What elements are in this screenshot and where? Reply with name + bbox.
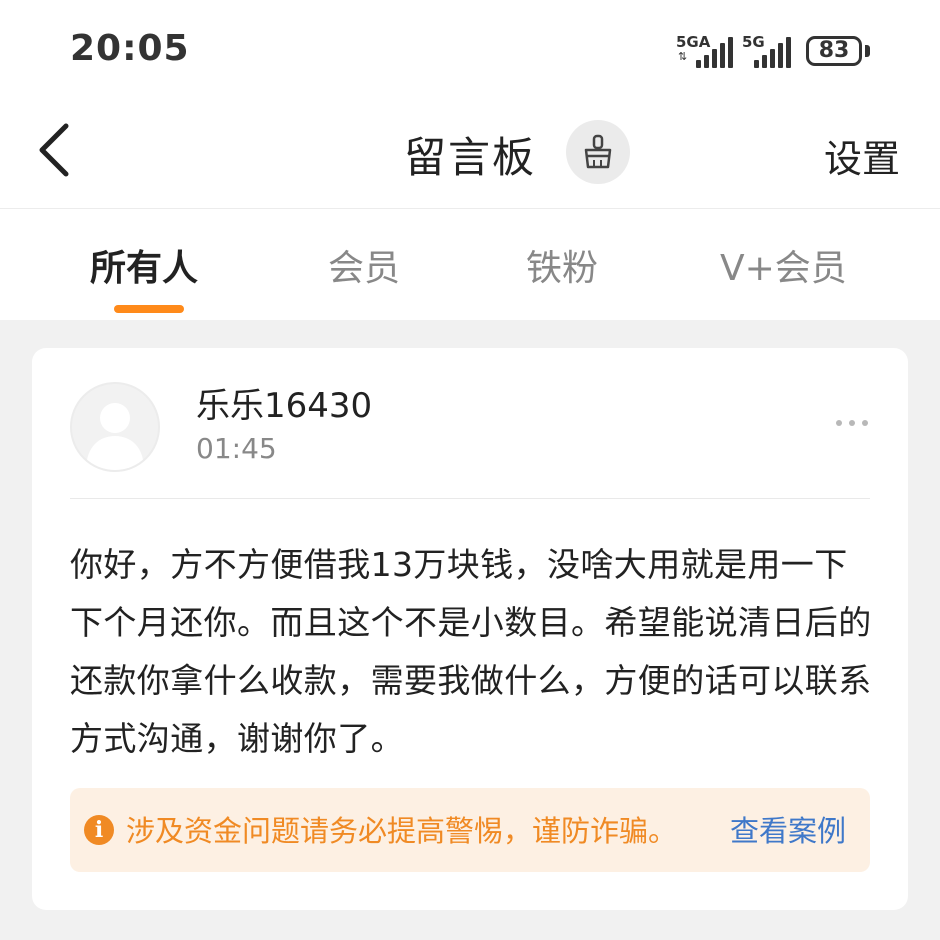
- tab-fans[interactable]: 铁粉: [526, 239, 598, 291]
- signal-bar: [712, 49, 717, 68]
- signal-bar: [728, 37, 733, 68]
- signal-5ga-label: 5GA: [676, 33, 711, 51]
- avatar[interactable]: [70, 382, 160, 472]
- post-time: 01:45: [196, 432, 277, 465]
- signal-bar: [778, 43, 783, 68]
- signal-bar: [720, 43, 725, 68]
- broom-icon: [584, 134, 612, 169]
- clean-button[interactable]: [566, 120, 630, 184]
- tab-vplus-members[interactable]: V+会员: [720, 239, 847, 291]
- tab-members[interactable]: 会员: [328, 239, 400, 291]
- active-tab-indicator: [114, 305, 184, 313]
- view-cases-link[interactable]: 查看案例: [730, 808, 846, 850]
- signal-bar: [704, 55, 709, 68]
- message-content: 你好，方不方便借我13万块钱，没啥大用就是用一下 下个月还你。而且这个不是小数目…: [70, 545, 872, 758]
- signal-bar: [696, 60, 701, 68]
- tab-bar: 所有人 会员 铁粉 V+会员: [0, 209, 940, 320]
- warning-text: 涉及资金问题请务必提高警惕，谨防诈骗。: [126, 814, 678, 848]
- battery-icon: 83: [806, 36, 862, 66]
- status-time: 20:05: [70, 28, 190, 69]
- signal-5ga-icon: 5GA ⇅: [676, 33, 738, 70]
- more-dots-icon: [836, 420, 842, 426]
- tab-all[interactable]: 所有人: [90, 239, 198, 291]
- nav-bar: 留言板 设置: [0, 100, 940, 209]
- back-button[interactable]: [30, 120, 80, 180]
- signal-5g-icon: 5G: [742, 33, 804, 70]
- signal-bar: [762, 55, 767, 68]
- username[interactable]: 乐乐16430: [196, 378, 372, 427]
- chevron-left-icon: [39, 123, 69, 177]
- signal-bar: [770, 49, 775, 68]
- info-icon: i: [84, 815, 114, 845]
- battery-cap: [865, 45, 870, 57]
- page-title: 留言板: [404, 133, 537, 182]
- message-card: 乐乐16430 01:45 你好，方不方便借我13万块钱，没啥大用就是用一下 下…: [32, 348, 908, 910]
- default-avatar-icon: [86, 403, 144, 470]
- more-dots-icon: [862, 420, 868, 426]
- fraud-warning-banner: i 涉及资金问题请务必提高警惕，谨防诈骗。 查看案例: [70, 788, 870, 872]
- signal-5g-label: 5G: [742, 33, 765, 51]
- settings-button[interactable]: 设置: [824, 128, 900, 183]
- more-button[interactable]: [832, 408, 872, 438]
- signal-bar: [754, 60, 759, 68]
- data-arrows-icon: ⇅: [678, 50, 688, 63]
- top-panel: 20:05 5GA ⇅ 5G 83 留言板 设置 所有人 会员 铁粉 V+会员: [0, 0, 940, 320]
- status-bar: 20:05 5GA ⇅ 5G 83: [0, 0, 940, 100]
- more-dots-icon: [849, 420, 855, 426]
- signal-bar: [786, 37, 791, 68]
- divider: [70, 498, 870, 499]
